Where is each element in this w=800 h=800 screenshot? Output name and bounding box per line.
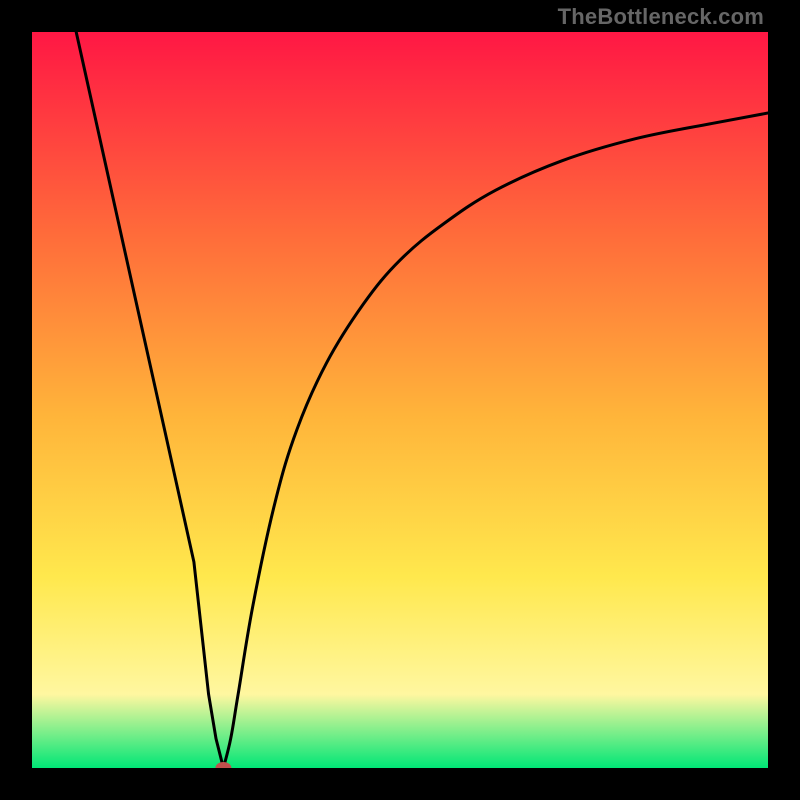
plot-area: [32, 32, 768, 768]
gradient-background: [32, 32, 768, 768]
chart-frame: TheBottleneck.com: [0, 0, 800, 800]
watermark-text: TheBottleneck.com: [558, 4, 764, 30]
bottleneck-chart: [32, 32, 768, 768]
